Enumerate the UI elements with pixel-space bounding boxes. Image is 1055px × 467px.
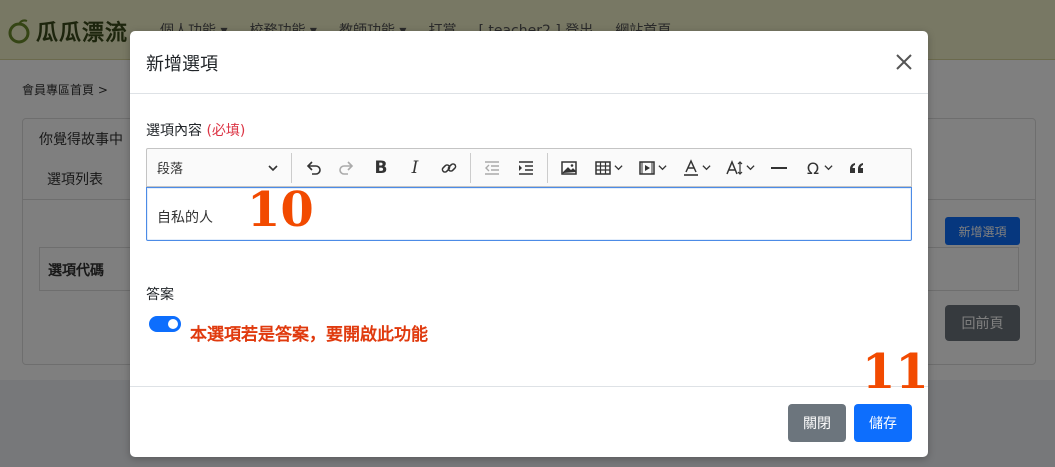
horizontal-line-icon[interactable] bbox=[762, 149, 796, 186]
answer-toggle[interactable] bbox=[149, 316, 181, 332]
save-button[interactable]: 儲存 bbox=[854, 404, 912, 442]
special-char-dropdown[interactable]: Ω bbox=[796, 149, 840, 186]
font-color-dropdown[interactable] bbox=[674, 149, 718, 186]
modal-footer: 關閉 儲存 bbox=[130, 386, 928, 457]
table-dropdown[interactable] bbox=[586, 149, 630, 186]
close-icon[interactable] bbox=[892, 50, 916, 74]
chevron-down-icon bbox=[823, 165, 833, 171]
add-option-modal: 新增選項 選項內容 (必填) 段落 B I Ω 自私的人 答案 本選項若是答案，… bbox=[130, 31, 928, 457]
heading-value: 段落 bbox=[157, 162, 184, 177]
chevron-down-icon bbox=[268, 164, 278, 171]
link-icon[interactable] bbox=[432, 149, 466, 186]
chevron-down-icon bbox=[657, 165, 667, 171]
bold-icon[interactable]: B bbox=[364, 149, 398, 186]
toggle-hint-annotation: 本選項若是答案，要開啟此功能 bbox=[190, 325, 428, 345]
outdent-icon[interactable] bbox=[475, 149, 509, 186]
modal-header: 新增選項 bbox=[130, 31, 928, 94]
text-size-dropdown[interactable] bbox=[718, 149, 762, 186]
chevron-down-icon bbox=[613, 165, 623, 171]
toggle-knob bbox=[168, 319, 178, 329]
toolbar-separator bbox=[291, 152, 292, 183]
redo-icon[interactable] bbox=[330, 149, 364, 186]
italic-icon[interactable]: I bbox=[398, 149, 432, 186]
option-content-label: 選項內容 (必填) bbox=[146, 120, 245, 140]
close-button[interactable]: 關閉 bbox=[788, 404, 846, 442]
required-marker: (必填) bbox=[206, 123, 246, 139]
media-icon bbox=[638, 160, 655, 175]
svg-text:Ω: Ω bbox=[806, 159, 818, 177]
media-dropdown[interactable] bbox=[630, 149, 674, 186]
field-label-text: 選項內容 bbox=[146, 123, 202, 139]
undo-icon[interactable] bbox=[296, 149, 330, 186]
indent-icon[interactable] bbox=[509, 149, 543, 186]
step-annotation-10: 10 bbox=[247, 182, 314, 238]
editor-content: 自私的人 bbox=[157, 210, 213, 226]
modal-title: 新增選項 bbox=[146, 54, 218, 75]
blockquote-icon[interactable] bbox=[840, 149, 874, 186]
chevron-down-icon bbox=[701, 165, 711, 171]
chevron-down-icon bbox=[745, 165, 755, 171]
toolbar-separator bbox=[547, 152, 548, 183]
image-icon[interactable] bbox=[552, 149, 586, 186]
text-size-icon bbox=[725, 159, 742, 175]
heading-dropdown[interactable]: 段落 bbox=[147, 149, 287, 186]
special-char-icon: Ω bbox=[806, 159, 818, 177]
font-color-icon bbox=[683, 158, 698, 176]
step-annotation-11: 11 bbox=[862, 344, 929, 400]
toolbar-separator bbox=[470, 152, 471, 183]
answer-label: 答案 bbox=[146, 287, 174, 303]
table-icon bbox=[594, 160, 611, 175]
